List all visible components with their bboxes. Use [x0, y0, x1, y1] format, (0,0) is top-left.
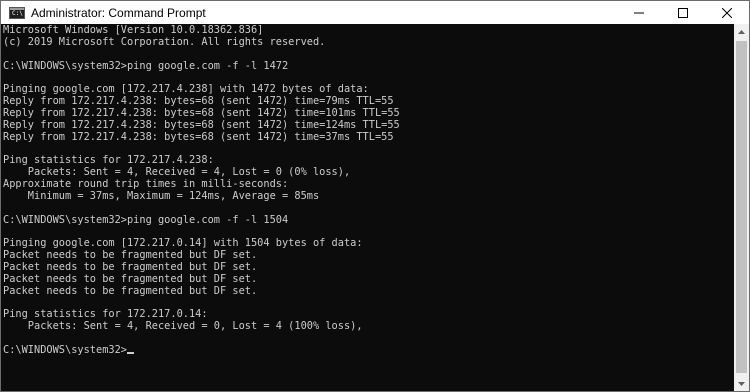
- minimize-button[interactable]: [617, 1, 661, 24]
- scroll-thumb[interactable]: [736, 41, 747, 373]
- console-line-text: Pinging google.com [172.217.0.14] with 1…: [3, 237, 363, 250]
- console-line-text: Reply from 172.217.4.238: bytes=68 (sent…: [3, 95, 394, 108]
- console-line-text: Packet needs to be fragmented but DF set…: [3, 260, 258, 273]
- console-line-text: (c) 2019 Microsoft Corporation. All righ…: [3, 35, 326, 48]
- console-line: Reply from 172.217.4.238: bytes=68 (sent…: [3, 130, 734, 144]
- console-line-text: Ping statistics for 172.217.4.238:: [3, 154, 214, 167]
- scroll-down-button[interactable]: [734, 376, 749, 391]
- console-line: Packet needs to be fragmented but DF set…: [3, 284, 734, 298]
- console-line-text: Reply from 172.217.4.238: bytes=68 (sent…: [3, 130, 394, 143]
- maximize-button[interactable]: [661, 1, 705, 24]
- console-line-text: Microsoft Windows [Version 10.0.18362.83…: [3, 24, 264, 36]
- console-line-text: C:\WINDOWS\system32>: [3, 343, 127, 356]
- maximize-icon: [678, 7, 688, 18]
- console-line: C:\WINDOWS\system32>: [3, 343, 734, 357]
- console-output[interactable]: Microsoft Windows [Version 10.0.18362.83…: [1, 24, 734, 391]
- console-line: C:\WINDOWS\system32>ping google.com -f -…: [3, 213, 734, 227]
- arrow-up-icon: [738, 29, 745, 34]
- minimize-icon: [634, 12, 644, 13]
- console-line-text: Packets: Sent = 4, Received = 0, Lost = …: [3, 320, 363, 333]
- arrow-down-icon: [738, 381, 745, 386]
- close-button[interactable]: [705, 1, 749, 24]
- console-line: (c) 2019 Microsoft Corporation. All righ…: [3, 35, 734, 49]
- console-line-text: Minimum = 37ms, Maximum = 124ms, Average…: [3, 189, 320, 202]
- app-icon-label: C:\: [12, 9, 23, 17]
- console-line-text: Reply from 172.217.4.238: bytes=68 (sent…: [3, 118, 400, 131]
- window-title: Administrator: Command Prompt: [31, 5, 206, 20]
- console-line: Packets: Sent = 4, Received = 0, Lost = …: [3, 320, 734, 333]
- window-controls: [617, 1, 749, 24]
- console-line-text: C:\WINDOWS\system32>ping google.com -f -…: [3, 213, 289, 226]
- command-prompt-window: C:\ Administrator: Command Prompt Micros…: [0, 0, 750, 392]
- console-line-text: Packets: Sent = 4, Received = 4, Lost = …: [3, 166, 351, 179]
- command-prompt-icon[interactable]: C:\: [9, 6, 25, 19]
- console-line: Minimum = 37ms, Maximum = 124ms, Average…: [3, 189, 734, 203]
- scroll-up-button[interactable]: [734, 24, 749, 39]
- console-line: C:\WINDOWS\system32>ping google.com -f -…: [3, 59, 734, 73]
- close-icon: [722, 7, 732, 18]
- console-line-text: Packet needs to be fragmented but DF set…: [3, 249, 258, 262]
- title-bar[interactable]: C:\ Administrator: Command Prompt: [1, 1, 749, 24]
- console-line-text: Ping statistics for 172.217.0.14:: [3, 308, 208, 321]
- console-line-text: Packet needs to be fragmented but DF set…: [3, 284, 258, 297]
- console-line-text: Reply from 172.217.4.238: bytes=68 (sent…: [3, 106, 400, 119]
- text-cursor: [127, 351, 134, 354]
- console-line-text: Packet needs to be fragmented but DF set…: [3, 272, 258, 285]
- vertical-scrollbar[interactable]: [734, 24, 749, 391]
- console-line-text: C:\WINDOWS\system32>ping google.com -f -…: [3, 59, 289, 72]
- console-line-text: Pinging google.com [172.217.4.238] with …: [3, 83, 369, 96]
- console-line-text: Approximate round trip times in milli-se…: [3, 177, 289, 190]
